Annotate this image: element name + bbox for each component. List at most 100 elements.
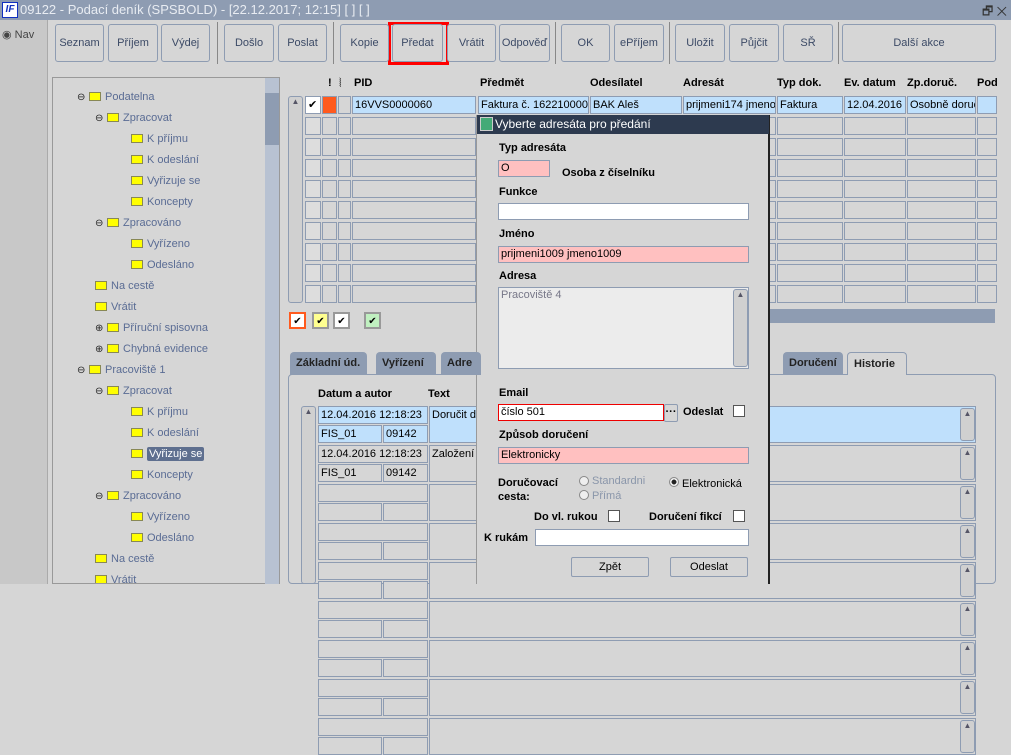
grid-cell[interactable] xyxy=(322,201,337,219)
history-text[interactable] xyxy=(429,601,976,638)
history-text[interactable] xyxy=(429,640,976,677)
history-text-scroll[interactable]: ▲ xyxy=(960,486,975,519)
grid-cell[interactable] xyxy=(305,159,321,177)
tree-item[interactable]: ⊖ Zpracováno xyxy=(95,487,181,505)
grid-cell[interactable] xyxy=(907,159,976,177)
grid-cell[interactable] xyxy=(352,117,476,135)
grid-header-cell[interactable]: Předmět xyxy=(480,77,524,89)
collapse-icon[interactable]: ⊖ xyxy=(95,215,105,233)
tree-item[interactable]: Vyřízeno xyxy=(131,508,190,526)
grid-cell[interactable] xyxy=(844,285,906,303)
grid-header-cell[interactable]: Typ dok. xyxy=(777,77,821,89)
grid-cell[interactable]: 12.04.2016 xyxy=(844,96,906,114)
grid-cell[interactable] xyxy=(305,222,321,240)
grid-cell[interactable] xyxy=(844,138,906,156)
toolbar-button-poslat[interactable]: Poslat xyxy=(278,24,327,62)
grid-header-cell[interactable]: PID xyxy=(354,77,372,89)
collapse-icon[interactable]: ⊖ xyxy=(95,488,105,506)
history-user[interactable] xyxy=(318,698,382,716)
grid-cell[interactable] xyxy=(844,180,906,198)
grid-cell[interactable] xyxy=(322,222,337,240)
grid-cell[interactable] xyxy=(977,264,997,282)
toolbar-button-ok[interactable]: OK xyxy=(561,24,610,62)
grid-cell[interactable] xyxy=(305,243,321,261)
grid-cell[interactable] xyxy=(322,285,337,303)
tree-item[interactable]: ⊖ Podatelna xyxy=(77,88,155,106)
jmeno-input[interactable]: prijmeni1009 jmeno1009 xyxy=(498,246,749,263)
grid-cell[interactable]: Faktura č. 162210000 xyxy=(478,96,589,114)
history-user[interactable] xyxy=(318,659,382,677)
grid-header-cell[interactable]: Odesílatel xyxy=(590,77,643,89)
grid-cell[interactable] xyxy=(907,117,976,135)
grid-header-cell[interactable]: Ev. datum xyxy=(844,77,896,89)
grid-header-cell[interactable]: Zp.doruč. xyxy=(907,77,957,89)
tree-item[interactable]: Vrátit xyxy=(95,298,136,316)
history-user[interactable] xyxy=(318,542,382,560)
grid-cell[interactable]: BAK Aleš xyxy=(590,96,682,114)
grid-cell[interactable] xyxy=(777,159,843,177)
history-text[interactable] xyxy=(429,718,976,755)
toolbar-button-předat[interactable]: Předat xyxy=(392,24,443,62)
history-user[interactable]: FIS_01 xyxy=(318,464,382,482)
grid-cell[interactable] xyxy=(977,159,997,177)
history-date[interactable] xyxy=(318,484,428,502)
grid-cell[interactable] xyxy=(338,96,351,114)
history-date[interactable]: 12.04.2016 12:18:23 xyxy=(318,406,428,424)
grid-cell[interactable] xyxy=(352,201,476,219)
grid-cell[interactable] xyxy=(338,285,351,303)
tree-item[interactable]: K příjmu xyxy=(131,403,188,421)
history-date[interactable]: 12.04.2016 12:18:23 xyxy=(318,445,428,463)
grid-cell[interactable] xyxy=(352,243,476,261)
grid-cell[interactable] xyxy=(338,222,351,240)
grid-cell[interactable]: Faktura xyxy=(777,96,843,114)
collapse-icon[interactable]: ⊖ xyxy=(77,362,87,380)
grid-cell[interactable] xyxy=(977,117,997,135)
grid-cell[interactable] xyxy=(352,222,476,240)
toolbar-button-seznam[interactable]: Seznam xyxy=(55,24,104,62)
tree-item[interactable]: Koncepty xyxy=(131,466,193,484)
grid-cell[interactable] xyxy=(322,159,337,177)
grid-cell[interactable] xyxy=(305,201,321,219)
grid-cell[interactable] xyxy=(977,201,997,219)
grid-cell[interactable] xyxy=(844,222,906,240)
toolbar-button-epříjem[interactable]: ePříjem xyxy=(614,24,664,62)
grid-cell[interactable] xyxy=(322,264,337,282)
grid-cell[interactable] xyxy=(322,180,337,198)
tree-item[interactable]: Odesláno xyxy=(131,256,194,274)
fikce-checkbox[interactable] xyxy=(733,510,745,522)
adresa-textarea[interactable]: Pracoviště 4 xyxy=(498,287,749,369)
history-user[interactable] xyxy=(318,737,382,755)
grid-cell[interactable] xyxy=(907,264,976,282)
email-lookup-button[interactable]: ··· xyxy=(664,404,678,422)
history-date[interactable] xyxy=(318,562,428,580)
toolbar-button-další akce[interactable]: Další akce xyxy=(842,24,996,62)
history-code[interactable] xyxy=(383,737,428,755)
grid-header-cell[interactable]: Adresát xyxy=(683,77,724,89)
history-date[interactable] xyxy=(318,679,428,697)
collapse-icon[interactable]: ⊖ xyxy=(77,89,87,107)
grid-cell[interactable] xyxy=(338,264,351,282)
grid-cell[interactable] xyxy=(977,138,997,156)
tree-item[interactable]: ⊖ Zpracováno xyxy=(95,214,181,232)
history-code[interactable]: 09142 xyxy=(383,425,428,443)
tree-item[interactable]: ⊕ Příruční spisovna xyxy=(95,319,208,337)
grid-header-cell[interactable]: Pod xyxy=(977,77,998,89)
grid-cell[interactable] xyxy=(977,285,997,303)
grid-cell[interactable] xyxy=(305,285,321,303)
grid-cell[interactable] xyxy=(352,138,476,156)
grid-cell[interactable] xyxy=(777,222,843,240)
history-text-scroll[interactable]: ▲ xyxy=(960,603,975,636)
grid-cell[interactable]: 16VVS0000060 xyxy=(352,96,476,114)
toolbar-button-uložit[interactable]: Uložit xyxy=(675,24,725,62)
history-text-scroll[interactable]: ▲ xyxy=(960,720,975,753)
row-checkbox[interactable]: ✔ xyxy=(305,96,321,114)
grid-cell[interactable] xyxy=(305,138,321,156)
tree-item[interactable]: K odeslání xyxy=(131,424,199,442)
collapse-icon[interactable]: ⊖ xyxy=(95,383,105,401)
color-legend-checkbox[interactable]: ✔ xyxy=(312,312,329,329)
grid-cell[interactable] xyxy=(352,264,476,282)
grid-cell[interactable] xyxy=(338,138,351,156)
grid-cell[interactable] xyxy=(338,159,351,177)
grid-cell[interactable] xyxy=(777,138,843,156)
tree-item[interactable]: ⊖ Pracoviště 1 xyxy=(77,361,166,379)
